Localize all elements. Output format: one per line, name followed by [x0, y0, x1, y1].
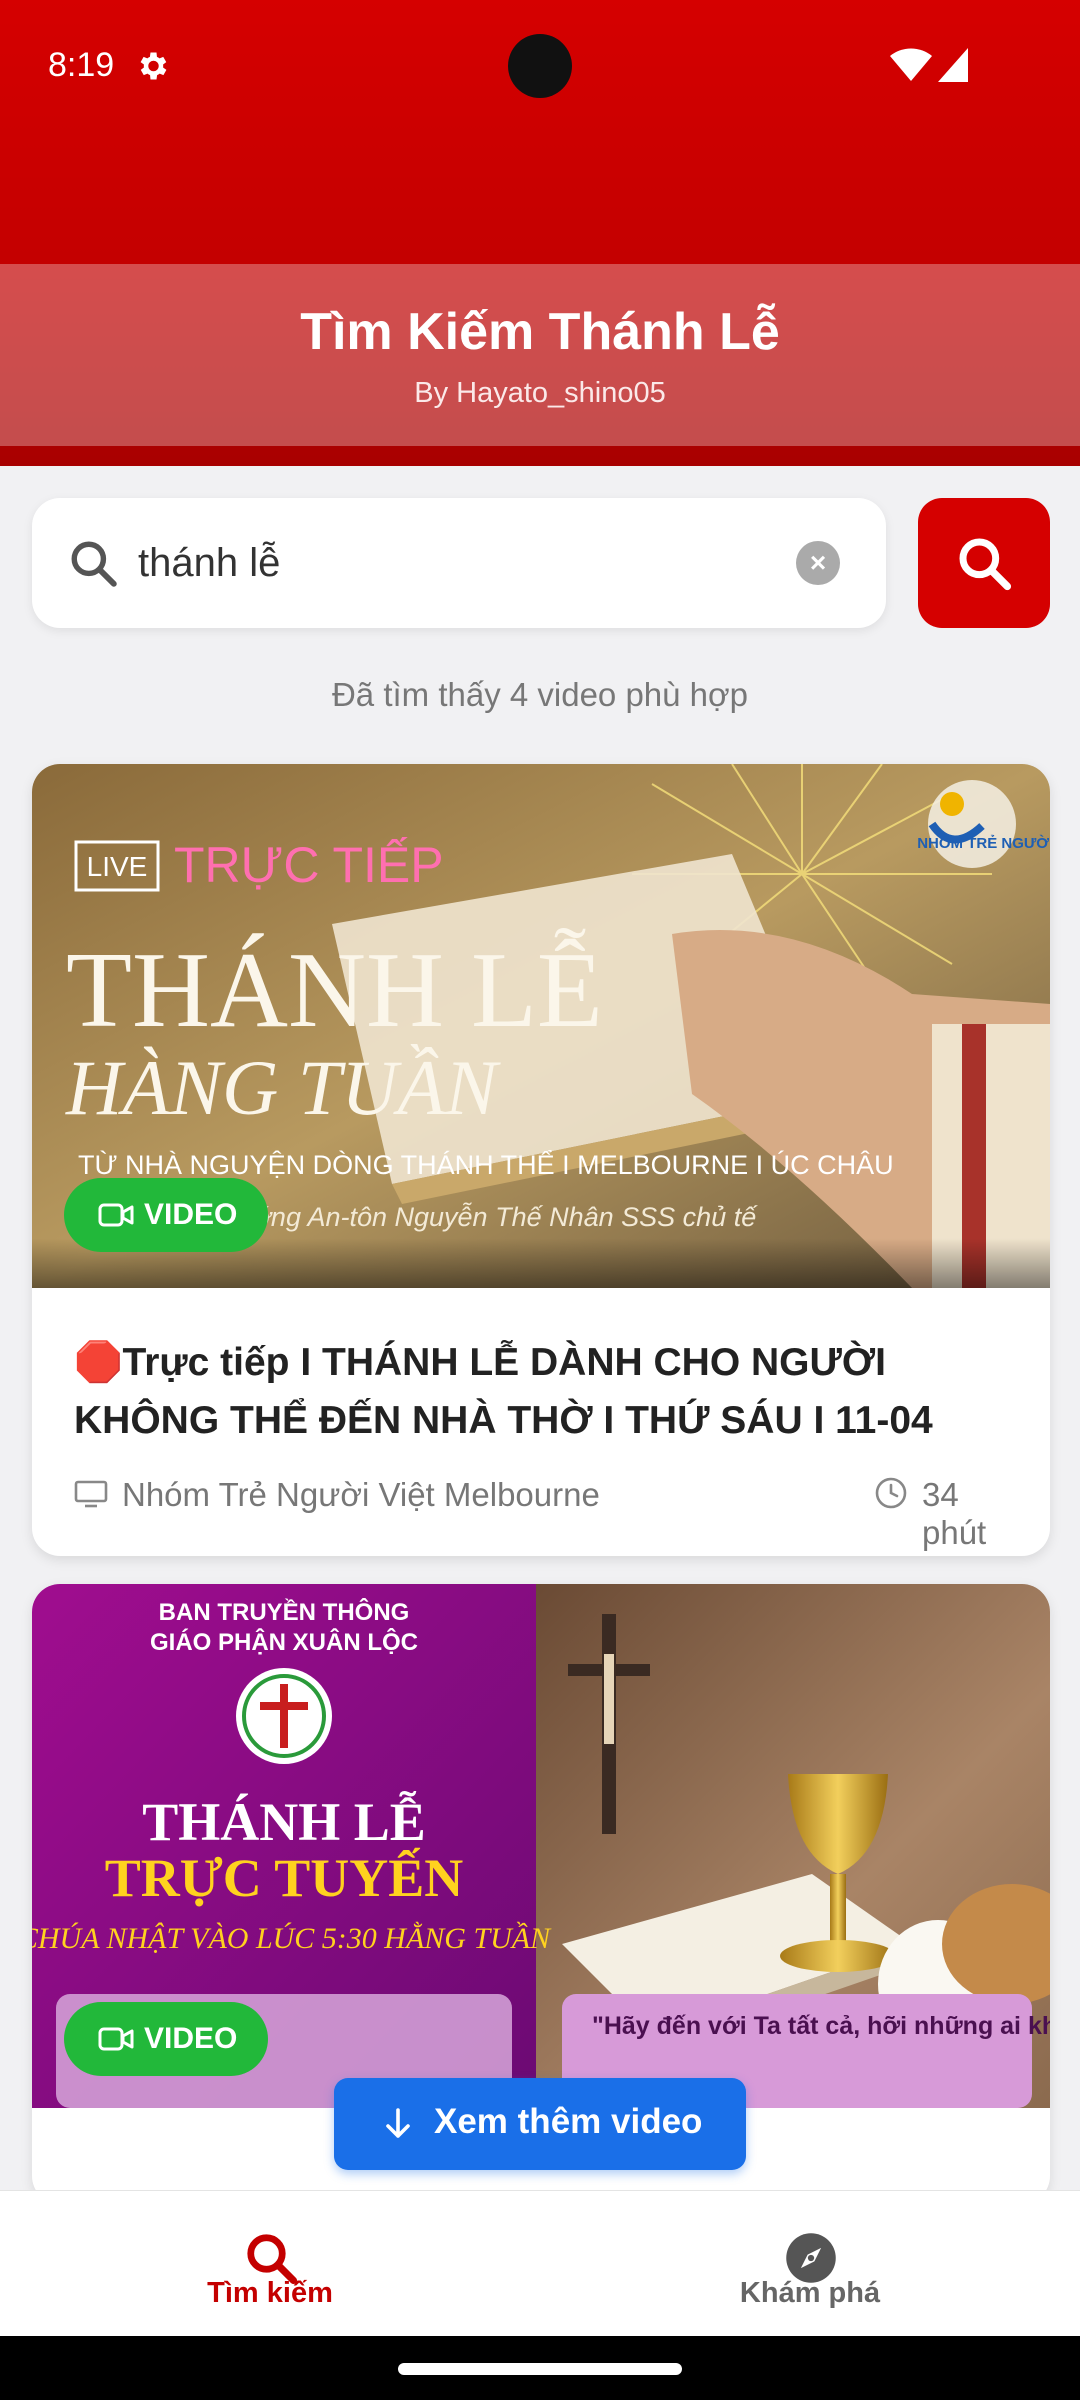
svg-text:"Hãy đến với Ta tất cả, hỡi nh: "Hãy đến với Ta tất cả, hỡi những ai khó… [592, 2012, 1050, 2040]
svg-text:TRỰC TUYẾN: TRỰC TUYẾN [105, 1847, 464, 1908]
search-icon [959, 538, 1012, 591]
status-bar: 8:19 [0, 0, 1080, 130]
bottom-nav: Tìm kiếm Khám phá [0, 2190, 1080, 2336]
content-area: × Đã tìm thấy 4 video phù hợp [0, 466, 1080, 2190]
search-input[interactable] [138, 528, 798, 598]
svg-text:LIVE: LIVE [87, 851, 148, 882]
video-badge: VIDEO [64, 1178, 268, 1252]
home-indicator[interactable] [398, 2363, 682, 2375]
svg-text:NHÓM TRẺ NGƯỜI VIỆT: NHÓM TRẺ NGƯỜI VIỆT [917, 834, 1050, 852]
clear-icon[interactable]: × [796, 541, 840, 585]
page-subtitle: By Hayato_shino05 [414, 377, 666, 409]
page-title: Tìm Kiếm Thánh Lễ [300, 303, 780, 361]
svg-text:BAN TRUYỀN THÔNG: BAN TRUYỀN THÔNG [159, 1598, 410, 1626]
status-time: 8:19 [48, 46, 115, 84]
result-count: Đã tìm thấy 4 video phù hợp [331, 676, 749, 713]
video-thumbnail[interactable]: LIVE TRỰC TIẾP THÁNH LỄ HÀNG TUẦN TỪ NHÀ… [32, 764, 1050, 1288]
tv-icon [74, 1480, 108, 1508]
video-camera-icon [98, 2027, 134, 2051]
svg-text:GIÁO PHẬN XUÂN LỘC: GIÁO PHẬN XUÂN LỘC [150, 1628, 418, 1656]
svg-text:THÁNH LỄ: THÁNH LỄ [66, 928, 603, 1050]
video-card[interactable]: LIVE TRỰC TIẾP THÁNH LỄ HÀNG TUẦN TỪ NHÀ… [32, 764, 1050, 1556]
load-more-label: Xem thêm video [434, 2102, 703, 2141]
svg-text:Hướng An-tôn Nguyễn Thế Nhân S: Hướng An-tôn Nguyễn Thế Nhân SSS chủ tế [218, 1201, 758, 1232]
svg-text:THÁNH LỄ: THÁNH LỄ [142, 1790, 426, 1852]
video-thumbnail[interactable]: "Hãy đến với Ta tất cả, hỡi những ai khó… [32, 1584, 1050, 2108]
search-box[interactable]: × [32, 498, 886, 628]
video-camera-icon [98, 1203, 134, 1227]
app-header: 8:19 Tìm Kiếm Thánh Lễ By Hayato_shino05 [0, 0, 1080, 466]
camera-cutout [508, 34, 572, 98]
video-duration: 34 phút [922, 1476, 987, 1551]
svg-text:TỪ NHÀ NGUYỆN DÒNG THÁNH THỂ I: TỪ NHÀ NGUYỆN DÒNG THÁNH THỂ I MELBOURNE… [78, 1149, 894, 1180]
signal-icon [938, 48, 968, 82]
load-more-button[interactable]: Xem thêm video [334, 2078, 746, 2170]
diocese-logo [236, 1668, 332, 1764]
system-nav-bar [0, 2336, 1080, 2400]
channel-name: Nhóm Trẻ Người Việt Melbourne [122, 1476, 600, 1513]
nav-item-search[interactable]: Tìm kiếm [0, 2191, 540, 2337]
wifi-icon [890, 48, 932, 81]
nav-label-search: Tìm kiếm [207, 2277, 333, 2309]
video-title[interactable]: 🛑Trực tiếp I THÁNH LỄ DÀNH CHO NGƯỜI KHÔ… [74, 1334, 1014, 1450]
nav-label-explore: Khám phá [739, 2277, 881, 2309]
video-meta: Nhóm Trẻ Người Việt Melbourne 34 phút [74, 1470, 1014, 1551]
clock-icon [875, 1477, 907, 1509]
gear-icon [140, 52, 167, 80]
svg-text:CHÚA NHẬT VÀO LÚC 5:30 HẰNG TU: CHÚA NHẬT VÀO LÚC 5:30 HẰNG TUẦN [32, 1921, 552, 1955]
svg-text:HÀNG TUẦN: HÀNG TUẦN [65, 1044, 501, 1131]
arrow-down-icon [386, 2108, 410, 2138]
search-icon [71, 541, 117, 587]
nav-item-explore[interactable]: Khám phá [540, 2191, 1080, 2337]
search-button[interactable] [918, 498, 1050, 628]
svg-text:TRỰC TIẾP: TRỰC TIẾP [174, 837, 444, 893]
video-badge: VIDEO [64, 2002, 268, 2076]
title-band: Tìm Kiếm Thánh Lễ By Hayato_shino05 [0, 264, 1080, 446]
